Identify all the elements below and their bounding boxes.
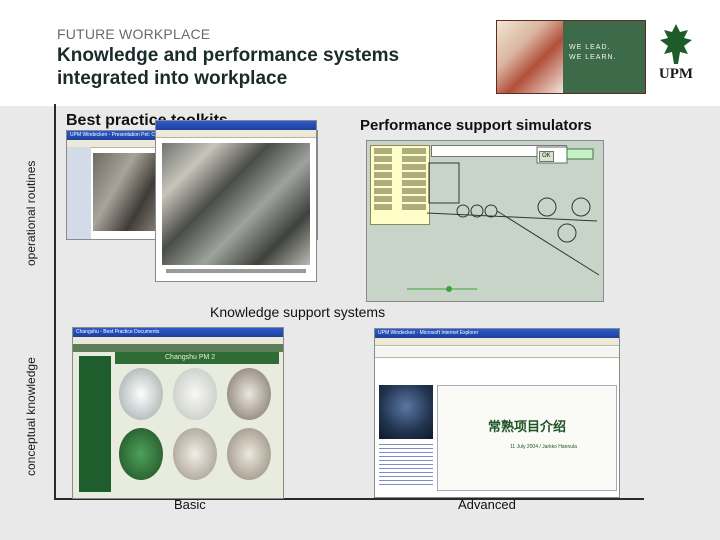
- portal-left-menu: [79, 356, 111, 492]
- chat-log: [379, 441, 433, 487]
- x-axis-label-advanced: Advanced: [458, 497, 516, 512]
- slide-kicker: FUTURE WORKPLACE: [57, 26, 211, 42]
- window-title-bar: Changshu - Best Practice Documents: [73, 328, 283, 337]
- presentation-slide: 常熟项目介绍 11 July 2004 / Jarkko Hannula: [437, 385, 617, 491]
- toolkit-video-screenshot: [155, 120, 317, 282]
- y-axis: [54, 104, 56, 500]
- slogan-line-2: WE LEARN.: [569, 54, 617, 61]
- simulator-ok-button[interactable]: OK: [539, 151, 554, 162]
- process-diagram: [407, 146, 600, 292]
- window-title-bar: UPM Windecken - Microsoft Internet Explo…: [375, 329, 619, 338]
- x-axis-label-basic: Basic: [174, 497, 206, 512]
- y-axis-label-conceptual: conceptual knowledge: [24, 357, 38, 476]
- menu-bar: [375, 338, 619, 346]
- portal-tile-2[interactable]: [173, 368, 217, 420]
- simulator-screenshot: OK: [366, 140, 604, 302]
- slide-date: 11 July 2004 / Jarkko Hannula: [510, 444, 577, 450]
- knowledge-portal-screenshot: Changshu - Best Practice Documents Chang…: [72, 327, 284, 499]
- y-axis-label-operational: operational routines: [24, 160, 38, 266]
- presenter-video: [379, 385, 433, 439]
- address-bar[interactable]: [375, 347, 619, 358]
- magazine-photo: [497, 21, 563, 93]
- photo-caption: [166, 269, 306, 273]
- section-label-performance: Performance support simulators: [360, 117, 592, 134]
- portal-tile-3[interactable]: [227, 368, 271, 420]
- operator-photo: [162, 143, 310, 265]
- portal-banner: Changshu PM 2: [115, 352, 279, 364]
- portal-nav-bar: [73, 344, 283, 352]
- header-banner-image: WE LEAD. WE LEARN.: [496, 20, 646, 94]
- elearning-screenshot: UPM Windecken - Microsoft Internet Explo…: [374, 328, 620, 498]
- griffin-tree-icon: [660, 24, 692, 64]
- upm-logo: UPM: [652, 20, 700, 90]
- slogan-line-1: WE LEAD.: [569, 44, 611, 51]
- slogan: WE LEAD. WE LEARN.: [569, 43, 617, 63]
- toolkit-sidebar: [67, 147, 91, 239]
- portal-tile-4[interactable]: [119, 428, 163, 480]
- slide-title: Knowledge and performance systems integr…: [57, 45, 400, 89]
- portal-banner-text: Changshu PM 2: [165, 354, 216, 361]
- section-label-knowledge: Knowledge support systems: [210, 304, 386, 320]
- portal-tile-1[interactable]: [119, 368, 163, 420]
- window-title-bar: [156, 121, 316, 130]
- portal-tile-5[interactable]: [173, 428, 217, 480]
- brand-wordmark: UPM: [658, 66, 694, 82]
- menu-bar: [156, 130, 316, 138]
- slide-heading: 常熟项目介绍: [488, 419, 567, 434]
- portal-tile-6[interactable]: [227, 428, 271, 480]
